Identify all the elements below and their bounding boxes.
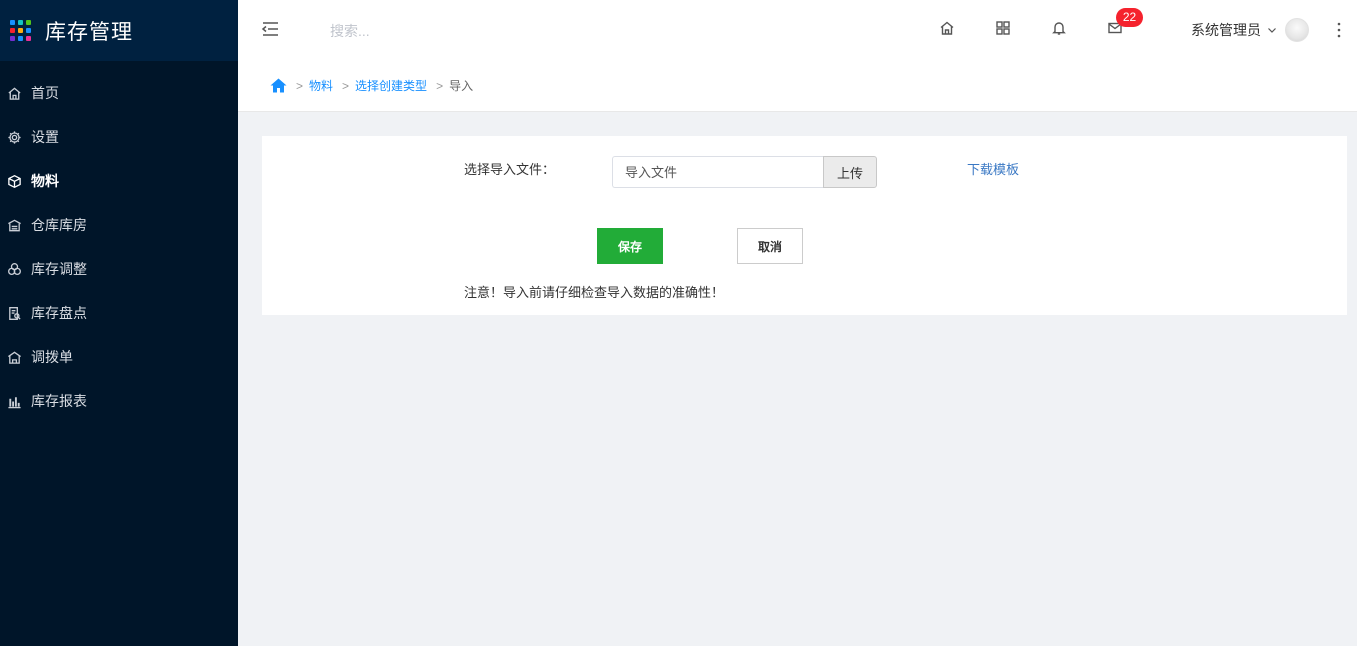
menu-fold-icon[interactable] xyxy=(260,20,280,38)
chevron-down-icon xyxy=(1268,28,1276,33)
avatar[interactable] xyxy=(1285,18,1309,42)
sidebar-item-home[interactable]: 首页 xyxy=(0,71,238,115)
sidebar-item-label: 物料 xyxy=(31,173,59,189)
sidebar-item-label: 首页 xyxy=(31,85,59,101)
save-button[interactable]: 保存 xyxy=(597,228,663,264)
grid-dot xyxy=(10,20,15,25)
sidebar-item-label: 仓库库房 xyxy=(31,217,87,233)
box-icon xyxy=(6,173,22,189)
apps-icon[interactable] xyxy=(993,18,1013,38)
sidebar-item-stock-report[interactable]: 库存报表 xyxy=(0,379,238,423)
import-file-input[interactable] xyxy=(612,156,824,188)
apps-grid-icon xyxy=(10,20,31,41)
download-template-link[interactable]: 下载模板 xyxy=(967,159,1019,178)
brand: 库存管理 xyxy=(0,0,238,61)
app-title: 库存管理 xyxy=(45,20,133,44)
grid-dot xyxy=(26,28,31,33)
breadcrumb-current: 导入 xyxy=(449,79,474,93)
sidebar-item-material[interactable]: 物料 xyxy=(0,159,238,203)
import-note: 注意！导入前请仔细检查导入数据的准确性！ xyxy=(464,285,725,300)
grid-dot xyxy=(18,20,23,25)
sidebar-item-label: 库存盘点 xyxy=(31,305,87,321)
grid-dot xyxy=(10,28,15,33)
bar-chart-icon xyxy=(6,393,22,409)
more-vertical-icon[interactable] xyxy=(1333,20,1345,40)
sidebar-item-warehouse[interactable]: 仓库库房 xyxy=(0,203,238,247)
sidebar-item-stock-check[interactable]: 库存盘点 xyxy=(0,291,238,335)
home-icon[interactable] xyxy=(937,18,957,38)
breadcrumb-material[interactable]: 物料 xyxy=(309,77,333,94)
sidebar-item-label: 库存调整 xyxy=(31,261,87,277)
sidebar-item-label: 库存报表 xyxy=(31,393,87,409)
breadcrumb-separator: > xyxy=(342,78,350,93)
home-icon xyxy=(6,85,22,101)
grid-dot xyxy=(26,20,31,25)
bell-icon[interactable] xyxy=(1049,18,1069,38)
cancel-button[interactable]: 取消 xyxy=(737,228,803,264)
user-name: 系统管理员 xyxy=(1191,22,1261,38)
grid-dot xyxy=(18,28,23,33)
sidebar-menu: 首页 设置 物料 仓库库房 库存调整 库存盘点 调拨单 库存报表 xyxy=(0,61,238,423)
breadcrumb-bar: > 物料 > 选择创建类型 > 导入 xyxy=(238,61,1357,112)
breadcrumb-select-type[interactable]: 选择创建类型 xyxy=(355,77,427,94)
import-form-card: 选择导入文件： 上传 下载模板 保存 取消 注意！导入前请仔细检查导入数据的准确… xyxy=(262,136,1347,315)
transfer-icon xyxy=(6,349,22,365)
sidebar-item-label: 设置 xyxy=(31,129,59,145)
sidebar-item-transfer[interactable]: 调拨单 xyxy=(0,335,238,379)
grid-dot xyxy=(26,36,31,41)
top-header: 22 系统管理员 xyxy=(238,0,1357,61)
upload-button[interactable]: 上传 xyxy=(823,156,877,188)
sidebar-item-settings[interactable]: 设置 xyxy=(0,115,238,159)
message-count-badge: 22 xyxy=(1116,8,1143,27)
sidebar-item-label: 调拨单 xyxy=(31,349,73,365)
sidebar: 库存管理 首页 设置 物料 仓库库房 库存调整 库存盘点 调拨单 库存报表 xyxy=(0,0,238,646)
sidebar-item-stock-adjust[interactable]: 库存调整 xyxy=(0,247,238,291)
home-icon[interactable] xyxy=(270,78,287,93)
inventory-check-icon xyxy=(6,305,22,321)
warehouse-icon xyxy=(6,217,22,233)
grid-dot xyxy=(10,36,15,41)
gear-icon xyxy=(6,129,22,145)
user-menu[interactable]: 系统管理员 xyxy=(1191,18,1309,42)
breadcrumb-separator: > xyxy=(436,78,444,93)
breadcrumb-separator: > xyxy=(296,78,304,93)
adjust-icon xyxy=(6,261,22,277)
file-label: 选择导入文件： xyxy=(464,162,556,177)
grid-dot xyxy=(18,36,23,41)
search-input[interactable] xyxy=(330,20,530,42)
breadcrumb: > 物料 > 选择创建类型 > 导入 xyxy=(270,77,473,94)
